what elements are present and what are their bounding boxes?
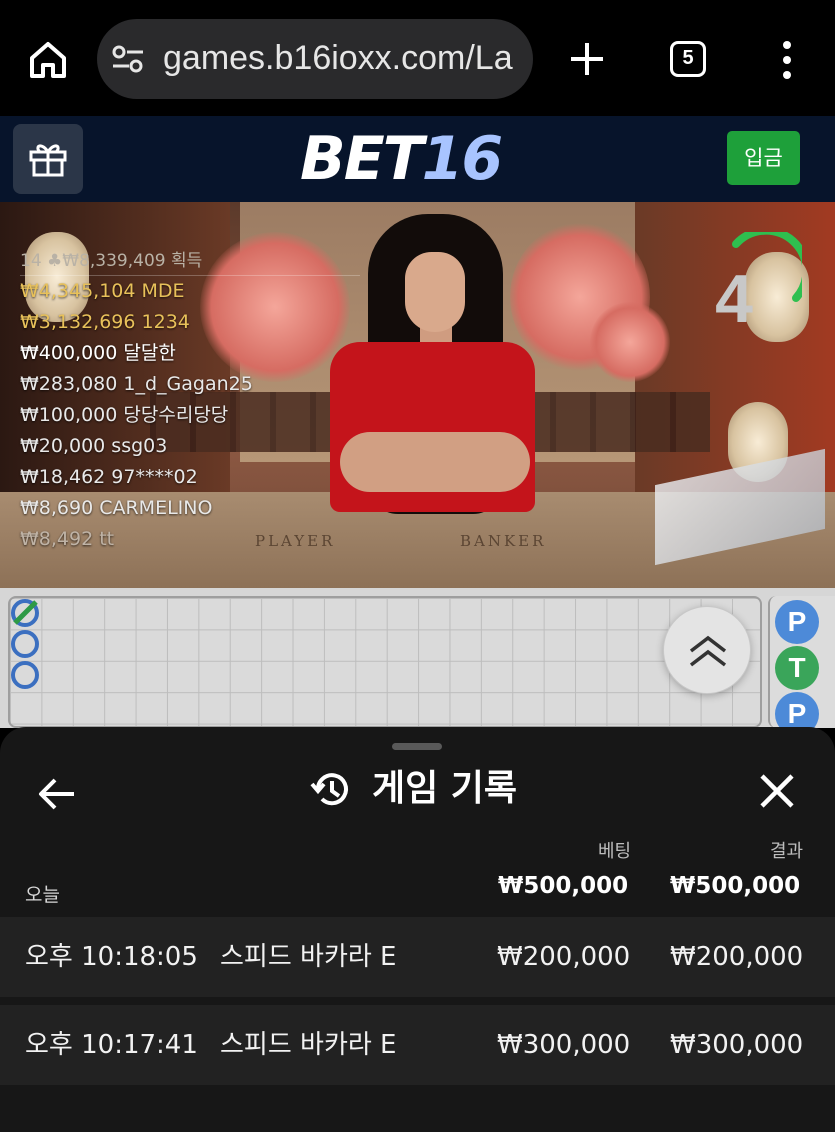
expand-roadmap-button[interactable] <box>663 606 751 694</box>
countdown-number: 4 <box>715 261 753 337</box>
history-result: ₩200,000 <box>670 942 804 972</box>
live-video[interactable]: PLAYER BANKER 4 14 ♣₩8,339,409 획득 ₩4,345… <box>0 202 835 588</box>
winner-row: ₩8,492 tt <box>20 528 115 550</box>
history-bet: ₩200,000 <box>497 942 631 972</box>
winner-row: ₩400,000 달달한 <box>20 342 176 364</box>
dealer-face <box>405 252 465 332</box>
dealer-arms <box>340 432 530 492</box>
history-icon <box>310 773 348 806</box>
winner-row: ₩20,000 ssg03 <box>20 435 168 457</box>
sheet-drag-handle[interactable] <box>392 743 442 750</box>
road-player-ring <box>11 630 39 658</box>
gift-icon <box>29 144 67 177</box>
arrow-left-icon[interactable] <box>36 773 78 815</box>
site-header: BET16 입금 <box>0 116 835 202</box>
column-header-bet: 베팅 <box>598 841 632 862</box>
history-bet: ₩300,000 <box>497 1030 631 1060</box>
date-group-label: 오늘 <box>25 884 60 906</box>
plus-icon[interactable] <box>568 40 606 78</box>
history-row[interactable]: 오후 10:17:41 스피드 바카라 E ₩300,000 ₩300,000 <box>0 1005 835 1085</box>
side-road: P T P <box>768 596 835 736</box>
winners-list: 14 ♣₩8,339,409 획득 ₩4,345,104 MDE ₩3,132,… <box>20 246 360 555</box>
road-player-ring <box>11 661 39 689</box>
logo-text-16: 16 <box>421 124 503 194</box>
winner-row: ₩4,345,104 MDE <box>20 280 185 302</box>
total-result: ₩500,000 <box>670 873 801 899</box>
history-row[interactable]: 오후 10:18:05 스피드 바카라 E ₩200,000 ₩200,000 <box>0 917 835 997</box>
site-logo[interactable]: BET16 <box>300 124 503 194</box>
home-icon[interactable] <box>26 38 70 82</box>
history-game: 스피드 바카라 E <box>220 1030 397 1060</box>
game-history-sheet: 게임 기록 베팅 결과 오늘 ₩500,000 ₩500,000 오후 10:1… <box>0 727 835 1132</box>
winner-row: ₩3,132,696 1234 <box>20 311 190 333</box>
tab-switcher-button[interactable]: 5 <box>670 41 706 77</box>
blossom-decoration <box>590 302 670 382</box>
total-bet: ₩500,000 <box>498 873 629 899</box>
road-tie-ring <box>11 599 39 627</box>
winner-row: ₩283,080 1_d_Gagan25 <box>20 373 253 395</box>
side-road-dot: P <box>775 600 819 644</box>
logo-text-bet: BET <box>300 124 424 194</box>
deposit-button[interactable]: 입금 <box>727 131 800 185</box>
winner-row: ₩18,462 97****02 <box>20 466 198 488</box>
menu-icon[interactable] <box>778 40 796 80</box>
winner-row: ₩100,000 당당수리당당 <box>20 404 229 426</box>
winner-row: ₩8,690 CARMELINO <box>20 497 213 519</box>
history-time: 오후 10:17:41 <box>25 1030 198 1060</box>
tune-icon[interactable] <box>111 43 145 75</box>
chevron-up-double-icon <box>689 635 727 667</box>
gift-button[interactable] <box>13 124 83 194</box>
address-bar[interactable]: games.b16ioxx.com/La <box>97 19 533 99</box>
history-game: 스피드 바카라 E <box>220 942 397 972</box>
column-header-result: 결과 <box>770 841 804 862</box>
url-text: games.b16ioxx.com/La <box>163 39 513 77</box>
side-road-dot: T <box>775 646 819 690</box>
close-icon[interactable] <box>757 771 797 811</box>
history-time: 오후 10:18:05 <box>25 942 198 972</box>
browser-toolbar: games.b16ioxx.com/La 5 <box>0 0 835 116</box>
winners-total: 14 ♣₩8,339,409 획득 <box>20 246 360 276</box>
table-banker-label: BANKER <box>460 532 547 550</box>
sheet-title: 게임 기록 <box>372 768 518 809</box>
history-result: ₩300,000 <box>670 1030 804 1060</box>
bead-road-grid[interactable] <box>8 596 762 728</box>
